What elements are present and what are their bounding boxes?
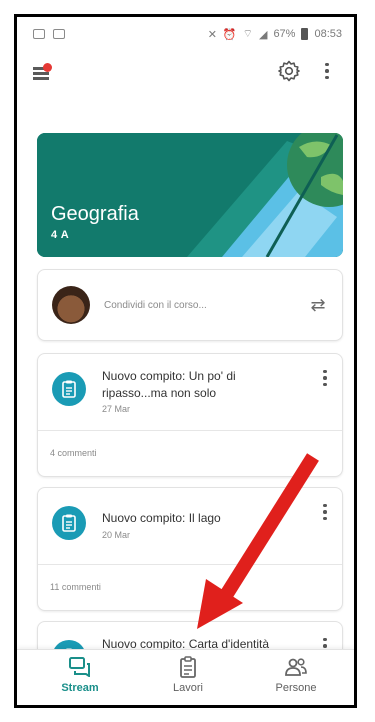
menu-button[interactable] [31,61,55,85]
nav-tab-stream[interactable]: Stream [35,656,125,704]
clock: 08:53 [314,28,342,40]
battery-icon [301,28,309,40]
classwork-icon [143,656,233,678]
stream-post-card[interactable]: Nuovo compito: Un po' di ripasso...ma no… [37,353,343,477]
bottom-navigation: Stream Lavori Persone [17,649,354,705]
nav-tab-persone[interactable]: Persone [251,656,341,704]
nav-label: Lavori [173,682,203,694]
post-title: Nuovo compito: Un po' di ripasso...ma no… [102,369,236,400]
status-bar: ✕ ⏰ ⌔ ◢ 67% 08:53 [17,17,354,51]
alarm-icon: ⏰ [222,28,237,41]
settings-button[interactable] [277,59,301,83]
cell-signal-icon: ◢ [258,28,268,41]
share-with-class-card[interactable]: Condividi con il corso... ⇄ [37,269,343,341]
post-date: 20 Mar [102,530,131,540]
app-bar [17,53,354,95]
post-title: Nuovo compito: Il lago [102,511,221,525]
post-more-button[interactable] [318,366,332,390]
battery-percent: 67% [273,28,296,40]
assignment-icon [52,372,86,406]
more-vert-icon [319,59,335,83]
nav-tab-lavori[interactable]: Lavori [143,656,233,704]
post-date: 27 Mar [102,404,131,414]
notification-badge [43,63,52,72]
menu-icon-line [33,72,49,75]
phone-screen-frame: ✕ ⏰ ⌔ ◢ 67% 08:53 Geografia 4 A Condivid… [14,14,357,708]
nav-label: Persone [275,682,317,694]
post-comments-link[interactable]: 11 commenti [50,582,101,592]
stream-post-card[interactable]: Nuovo compito: Il lago 20 Mar 11 comment… [37,487,343,611]
menu-icon-line [33,77,49,80]
mute-icon: ✕ [207,28,217,41]
share-placeholder: Condividi con il corso... [104,300,207,311]
notification-icons [33,29,65,39]
divider [38,430,342,431]
message-notification-icon [53,29,65,39]
banner-illustration [37,133,343,257]
repost-button[interactable]: ⇄ [308,292,328,318]
more-vert-icon [318,366,332,390]
user-avatar [52,286,90,324]
post-comments-link[interactable]: 4 commenti [50,448,97,458]
repost-icon: ⇄ [310,295,326,315]
wifi-icon: ⌔ [242,28,253,40]
overflow-menu-button[interactable] [319,59,335,83]
system-indicators: ✕ ⏰ ⌔ ◢ 67% 08:53 [208,27,342,41]
more-vert-icon [318,500,332,524]
people-icon [251,656,341,678]
assignment-icon [52,506,86,540]
course-banner[interactable]: Geografia 4 A [37,133,343,257]
gear-icon [278,60,300,82]
stream-icon [35,656,125,678]
course-section: 4 A [51,229,70,241]
divider [38,564,342,565]
nav-label: Stream [61,682,99,694]
gallery-notification-icon [33,29,45,39]
post-more-button[interactable] [318,500,332,524]
course-title: Geografia [51,203,139,225]
